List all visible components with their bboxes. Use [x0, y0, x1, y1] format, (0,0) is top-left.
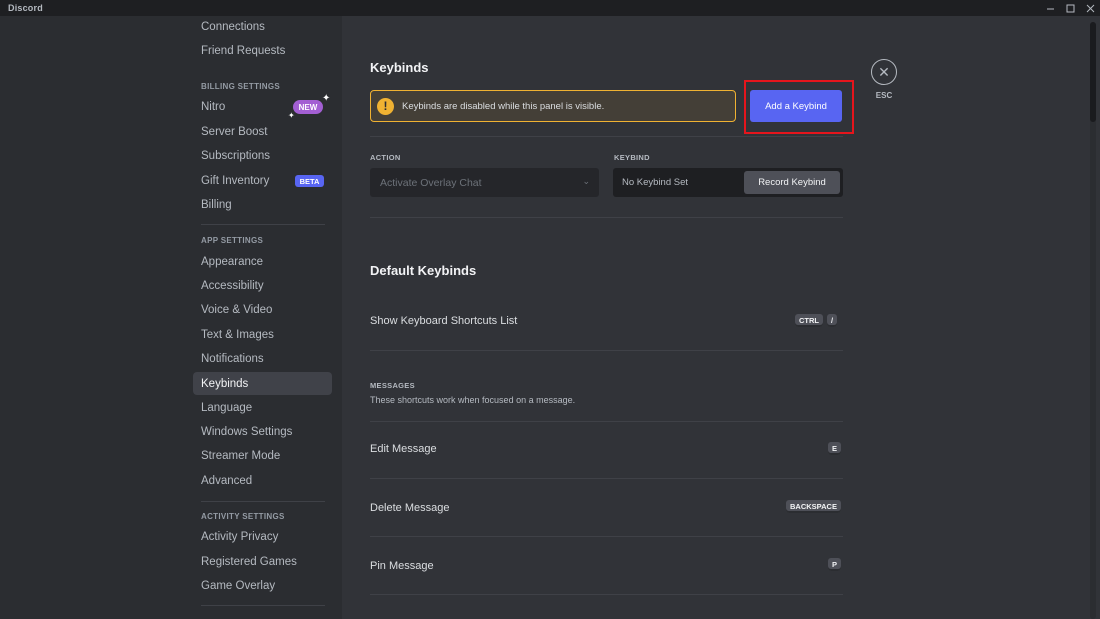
sidebar-divider: [201, 501, 325, 502]
keybind-value: No Keybind Set: [622, 177, 689, 188]
window-controls: [1040, 0, 1100, 16]
sidebar-item-game-overlay[interactable]: Game Overlay: [193, 574, 332, 597]
action-column-label: ACTION: [370, 153, 401, 162]
sidebar-item-keybinds[interactable]: Keybinds: [193, 372, 332, 395]
sparkle-icon: ✦: [322, 93, 331, 104]
keybind-row-label: Pin Message: [370, 560, 434, 572]
sidebar-item-windows-settings[interactable]: Windows Settings: [193, 420, 332, 443]
sidebar-item-accessibility[interactable]: Accessibility: [193, 274, 332, 297]
warning-icon: !: [377, 97, 394, 115]
divider: [370, 594, 843, 595]
messages-description: These shortcuts work when focused on a m…: [370, 395, 576, 405]
action-select-value: Activate Overlay Chat: [380, 176, 482, 189]
keybind-row-label: Edit Message: [370, 443, 437, 455]
maximize-icon[interactable]: [1060, 0, 1080, 16]
sidebar-divider: [201, 605, 325, 606]
sidebar-item-activity-privacy[interactable]: Activity Privacy: [193, 525, 332, 548]
action-select[interactable]: Activate Overlay Chat ⌄: [370, 168, 599, 197]
close-window-icon[interactable]: [1080, 0, 1100, 16]
sidebar-item-text-images[interactable]: Text & Images: [193, 323, 332, 346]
divider: [370, 536, 843, 537]
record-keybind-button[interactable]: Record Keybind: [744, 171, 840, 194]
keybinds-panel: Keybinds ! Keybinds are disabled while t…: [342, 16, 1100, 619]
divider: [370, 217, 843, 218]
esc-label: ESC: [875, 91, 893, 100]
sidebar-item-registered-games[interactable]: Registered Games: [193, 550, 332, 573]
keybind-keys: E: [828, 442, 842, 455]
app-settings-header: APP SETTINGS: [201, 236, 264, 245]
divider: [370, 421, 843, 422]
sidebar-item-server-boost[interactable]: Server Boost: [193, 120, 332, 143]
key-cap: BACKSPACE: [786, 500, 841, 513]
messages-header: MESSAGES: [370, 381, 415, 390]
billing-settings-header: BILLING SETTINGS: [201, 82, 281, 91]
sidebar-item-advanced[interactable]: Advanced: [193, 469, 332, 492]
beta-badge: BETA: [295, 175, 324, 187]
app-title: Discord: [8, 3, 43, 13]
keybind-row-label: Delete Message: [370, 502, 450, 514]
chevron-down-icon: ⌄: [582, 176, 590, 186]
sidebar-item-streamer-mode[interactable]: Streamer Mode: [193, 444, 332, 467]
keybind-keys: P: [828, 558, 842, 571]
sidebar-item-subscriptions[interactable]: Subscriptions: [193, 144, 332, 167]
activity-settings-header: ACTIVITY SETTINGS: [201, 512, 285, 521]
sidebar-item-language[interactable]: Language: [193, 396, 332, 419]
key-cap: E: [828, 442, 842, 455]
keybind-keys: BACKSPACE: [786, 500, 841, 513]
sidebar-item-connections[interactable]: Connections: [193, 15, 332, 38]
minimize-icon[interactable]: [1040, 0, 1060, 16]
sidebar-divider: [201, 224, 325, 225]
settings-sidebar: Connections Friend Requests BILLING SETT…: [0, 16, 342, 619]
keybind-row-label: Show Keyboard Shortcuts List: [370, 315, 518, 327]
divider: [370, 136, 843, 137]
scrollbar-thumb[interactable]: [1090, 22, 1096, 122]
default-keybinds-title: Default Keybinds: [370, 263, 477, 278]
divider: [370, 350, 843, 351]
add-keybind-button[interactable]: Add a Keybind: [750, 90, 842, 122]
new-badge: NEW: [293, 100, 323, 114]
divider: [370, 478, 843, 479]
warning-text: Keybinds are disabled while this panel i…: [402, 100, 605, 112]
title-bar: Discord: [0, 0, 1100, 16]
key-cap: P: [828, 558, 842, 571]
keybind-field[interactable]: No Keybind Set Record Keybind: [613, 168, 843, 197]
close-icon[interactable]: ✕: [871, 59, 897, 85]
sidebar-item-billing[interactable]: Billing: [193, 193, 332, 216]
key-cap: CTRL: [795, 314, 823, 327]
sidebar-item-notifications[interactable]: Notifications: [193, 347, 332, 370]
page-title: Keybinds: [370, 60, 429, 75]
key-cap: /: [827, 314, 838, 327]
warning-notice: ! Keybinds are disabled while this panel…: [370, 90, 736, 122]
sidebar-item-appearance[interactable]: Appearance: [193, 250, 332, 273]
sidebar-item-voice-video[interactable]: Voice & Video: [193, 298, 332, 321]
keybind-column-label: KEYBIND: [614, 153, 650, 162]
scrollbar[interactable]: [1090, 22, 1096, 619]
keybind-keys: CTRL /: [795, 314, 838, 327]
sidebar-item-friend-requests[interactable]: Friend Requests: [193, 39, 332, 62]
